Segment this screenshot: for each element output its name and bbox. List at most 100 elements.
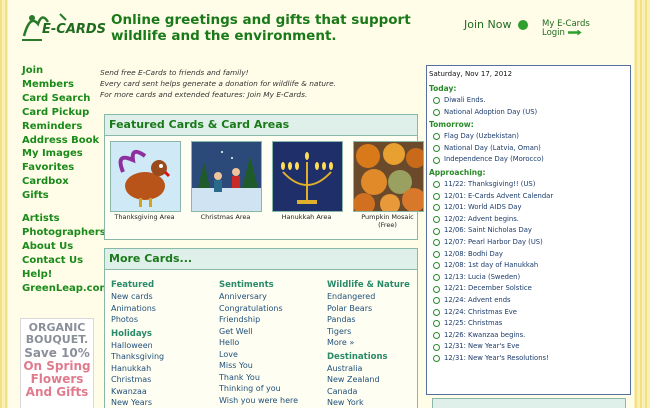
ecards-logo[interactable]: E-CARDS (20, 10, 110, 44)
bullet-icon (433, 156, 440, 164)
category-link[interactable]: New York (327, 397, 435, 408)
category-heading[interactable]: Holidays (111, 328, 219, 340)
category-heading[interactable]: Destinations (327, 351, 435, 363)
bullet-icon (433, 216, 440, 224)
category-link[interactable]: Kwanzaa (111, 386, 219, 398)
nav-contact-us[interactable]: Contact Us (22, 254, 102, 268)
calendar-event[interactable]: 11/22: Thanksgiving!! (US) (427, 179, 630, 191)
calendar-event[interactable]: 12/13: Lucia (Sweden) (427, 272, 630, 284)
nav-favorites[interactable]: Favorites (22, 161, 102, 175)
category-link[interactable]: Thinking of you (219, 383, 327, 395)
card-pumpkin-mosaic[interactable]: Pumpkin Mosaic (Free) (353, 141, 424, 229)
nav-reminders[interactable]: Reminders (22, 120, 102, 134)
organic-bouquet-ad[interactable]: ORGANIC BOUQUET. Save 10% On Spring Flow… (20, 318, 94, 408)
category-link[interactable]: Pandas (327, 314, 435, 326)
category-link[interactable]: New cards (111, 291, 219, 303)
calendar-event[interactable]: 12/24: Christmas Eve (427, 307, 630, 319)
join-now-label: Join Now (464, 18, 512, 31)
category-heading[interactable]: Wildlife & Nature (327, 279, 435, 291)
calendar-event[interactable]: 12/24: Advent ends (427, 295, 630, 307)
category-link[interactable]: More » (327, 337, 435, 349)
intro-line: For more cards and extended features: Jo… (100, 90, 308, 99)
category-link[interactable]: New Years (111, 397, 219, 408)
card-christmas[interactable]: Christmas Area (191, 141, 262, 229)
bullet-icon (433, 274, 440, 282)
calendar-event[interactable]: 12/01: World AIDS Day (427, 202, 630, 214)
nav-greenleap[interactable]: GreenLeap.com (22, 282, 110, 296)
calendar-event-label: 12/21: December Solstice (444, 284, 532, 293)
bullet-icon (433, 308, 440, 316)
category-link[interactable]: Hanukkah (111, 363, 219, 375)
nav-card-pickup[interactable]: Card Pickup (22, 106, 102, 120)
calendar-event[interactable]: 12/31: New Year's Eve (427, 341, 630, 353)
nav-about-us[interactable]: About Us (22, 240, 102, 254)
category-link[interactable]: Australia (327, 363, 435, 375)
category-link[interactable]: Tigers (327, 326, 435, 338)
calendar-event[interactable]: Independence Day (Morocco) (427, 154, 630, 166)
category-link[interactable]: Love (219, 349, 327, 361)
calendar-event[interactable]: 12/31: New Year's Resolutions! (427, 353, 630, 365)
category-link[interactable]: Wish you were here (219, 395, 327, 407)
category-link[interactable]: Miss You (219, 360, 327, 372)
bullet-icon (433, 204, 440, 212)
category-link[interactable]: Photos (111, 314, 219, 326)
calendar-panel: Saturday, Nov 17, 2012 Today: Diwali End… (426, 65, 631, 395)
calendar-event-label: 12/24: Christmas Eve (444, 307, 517, 316)
card-hanukkah[interactable]: Hanukkah Area (272, 141, 343, 229)
nav-members[interactable]: Members (22, 78, 102, 92)
card-thanksgiving[interactable]: Thanksgiving Area (110, 141, 181, 229)
nav-cardbox[interactable]: Cardbox (22, 175, 102, 189)
calendar-event-label: 12/08: 1st day of Hanukkah (444, 261, 539, 270)
calendar-event[interactable]: 12/08: Bodhi Day (427, 249, 630, 261)
calendar-event[interactable]: 12/06: Saint Nicholas Day (427, 225, 630, 237)
nav-artists[interactable]: Artists (22, 212, 102, 226)
calendar-event[interactable]: National Day (Latvia, Oman) (427, 143, 630, 155)
nav-my-images[interactable]: My Images (22, 147, 102, 161)
bullet-icon (433, 355, 440, 363)
featured-cards-title: Featured Cards & Card Areas (105, 115, 417, 136)
category-link[interactable]: New Zealand (327, 374, 435, 386)
join-now-link[interactable]: Join Now (464, 18, 529, 31)
category-link[interactable]: Get Well (219, 326, 327, 338)
calendar-event-label: 12/31: New Year's Resolutions! (444, 353, 549, 362)
nav-help[interactable]: Help! (22, 268, 102, 282)
calendar-event[interactable]: National Adoption Day (US) (427, 107, 630, 119)
calendar-event[interactable]: 12/01: E-Cards Advent Calendar (427, 191, 630, 203)
calendar-event[interactable]: Flag Day (Uzbekistan) (427, 131, 630, 143)
more-cards-title: More Cards... (105, 249, 417, 270)
calendar-event[interactable]: 12/26: Kwanzaa begins. (427, 330, 630, 342)
ad-line: And Gifts (25, 385, 89, 399)
arrow-right-icon (567, 29, 582, 36)
calendar-event[interactable]: 12/07: Pearl Harbor Day (US) (427, 237, 630, 249)
category-link[interactable]: Canada (327, 386, 435, 398)
my-ecards-login-link[interactable]: My E-Cards Login (542, 20, 590, 38)
category-link[interactable]: Animations (111, 303, 219, 315)
category-link[interactable]: Friendship (219, 314, 327, 326)
calendar-event[interactable]: 12/21: December Solstice (427, 283, 630, 295)
category-link[interactable]: Thanksgiving (111, 351, 219, 363)
category-link[interactable]: Halloween (111, 340, 219, 352)
category-link[interactable]: Christmas (111, 374, 219, 386)
calendar-event[interactable]: Diwali Ends. (427, 95, 630, 107)
nav-card-search[interactable]: Card Search (22, 92, 102, 106)
calendar-event-label: Flag Day (Uzbekistan) (444, 132, 519, 141)
calendar-event-label: National Adoption Day (US) (444, 107, 538, 116)
calendar-event[interactable]: 12/25: Christmas (427, 318, 630, 330)
page: E-CARDS Online greetings and gifts that … (8, 0, 634, 408)
category-heading[interactable]: Sentiments (219, 279, 327, 291)
bullet-icon (433, 250, 440, 258)
nav-gifts[interactable]: Gifts (22, 189, 102, 203)
calendar-event-label: 12/25: Christmas (444, 319, 503, 328)
category-link[interactable]: Congratulations (219, 303, 327, 315)
category-link[interactable]: Hello (219, 337, 327, 349)
category-link[interactable]: Endangered (327, 291, 435, 303)
category-link[interactable]: Polar Bears (327, 303, 435, 315)
category-link[interactable]: Anniversary (219, 291, 327, 303)
nav-photographers[interactable]: Photographers (22, 226, 106, 240)
nav-address-book[interactable]: Address Book (22, 134, 102, 148)
nav-join[interactable]: Join (22, 64, 102, 78)
calendar-event[interactable]: 12/02: Advent begins. (427, 214, 630, 226)
category-link[interactable]: Thank You (219, 372, 327, 384)
category-heading[interactable]: Featured (111, 279, 219, 291)
calendar-event[interactable]: 12/08: 1st day of Hanukkah (427, 260, 630, 272)
